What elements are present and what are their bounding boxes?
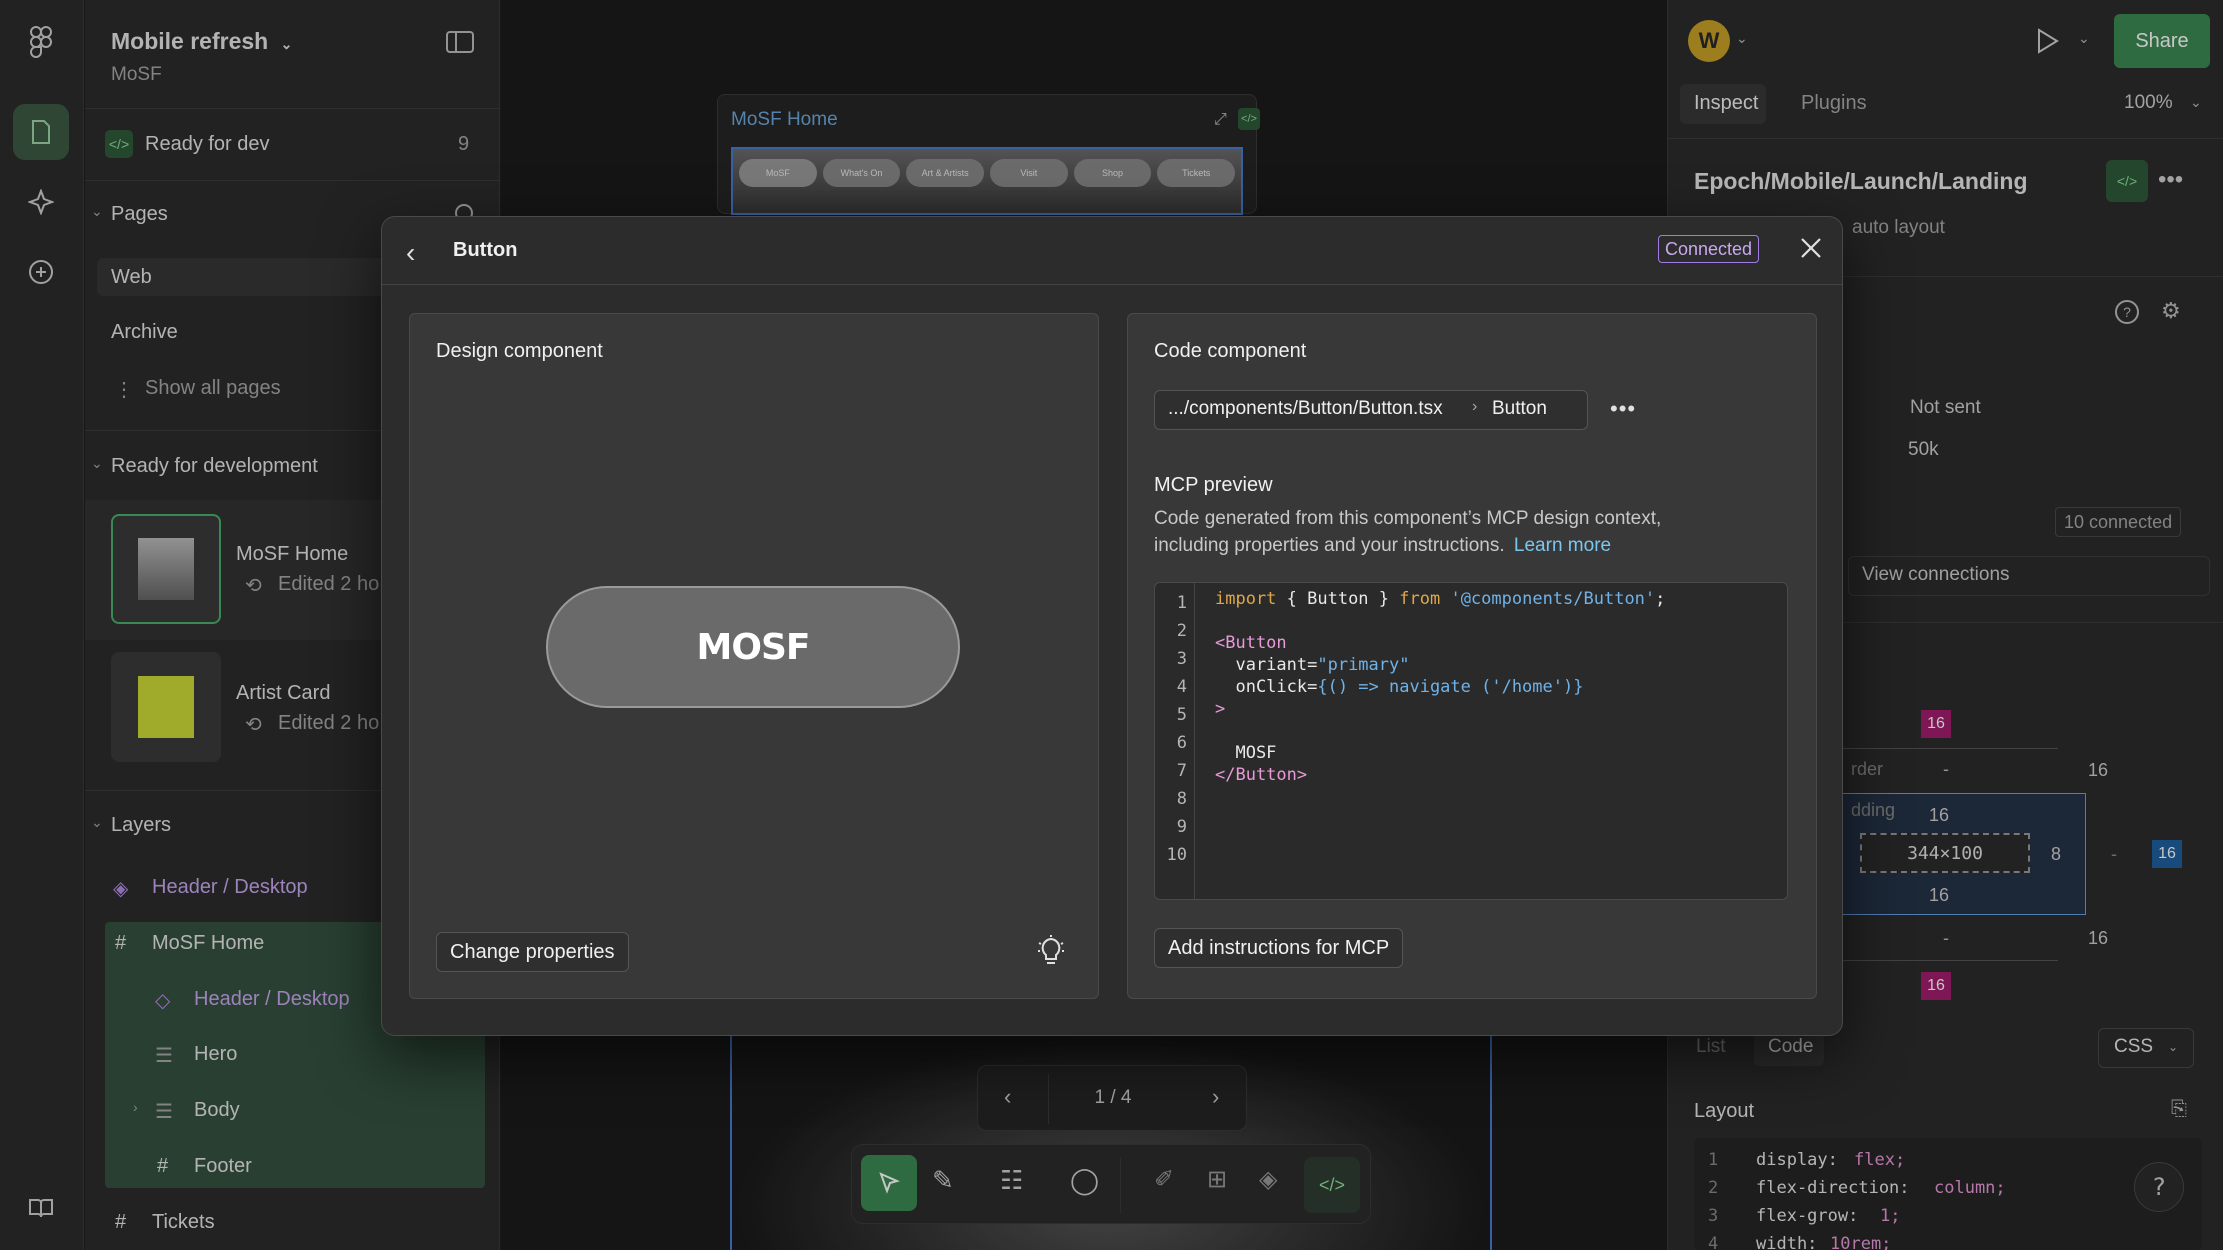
- mosf-logo: MOSF: [696, 626, 811, 668]
- code-line: >: [1215, 699, 1226, 719]
- code-line: onClick={() => navigate ('/home')}: [1215, 677, 1584, 697]
- connect-component-modal: ‹ Button Connected Design component MOSF…: [381, 216, 1843, 1036]
- line-number: 10: [1166, 845, 1187, 865]
- mcp-preview-title: MCP preview: [1154, 474, 1273, 496]
- design-component-title: Design component: [436, 340, 603, 362]
- code-line: </Button>: [1215, 765, 1308, 785]
- more-icon[interactable]: •••: [1610, 396, 1636, 422]
- line-number: 8: [1176, 789, 1187, 809]
- learn-more-link[interactable]: Learn more: [1514, 535, 1611, 556]
- code-line: variant="primary": [1215, 655, 1410, 675]
- line-number: 9: [1176, 817, 1187, 837]
- mcp-description-2: including properties and your instructio…: [1154, 535, 1611, 557]
- mcp-description-text: including properties and your instructio…: [1154, 535, 1505, 556]
- design-component-card: Design component MOSF Change properties: [409, 313, 1099, 999]
- line-number: 2: [1176, 621, 1187, 641]
- code-component-name: Button: [1492, 398, 1547, 419]
- code-component-title: Code component: [1154, 340, 1307, 362]
- code-component-card: Code component .../components/Button/But…: [1127, 313, 1817, 999]
- close-icon[interactable]: [1798, 235, 1824, 266]
- mcp-description: Code generated from this component’s MCP…: [1154, 508, 1662, 529]
- line-number: 6: [1176, 733, 1187, 753]
- modal-title: Button: [453, 239, 518, 261]
- code-file-path: .../components/Button/Button.tsx: [1168, 398, 1443, 419]
- mcp-code-preview[interactable]: 1 2 3 4 5 6 7 8 9 10 import { Button } f…: [1154, 582, 1788, 900]
- divider: [382, 284, 1842, 285]
- back-icon[interactable]: ‹: [406, 237, 415, 269]
- line-number: 4: [1176, 677, 1187, 697]
- code-line: MOSF: [1215, 743, 1277, 763]
- code-line: <Button: [1215, 633, 1287, 653]
- change-properties-button[interactable]: Change properties: [436, 932, 629, 972]
- line-number: 7: [1176, 761, 1187, 781]
- lightbulb-icon[interactable]: [1036, 934, 1066, 973]
- add-instructions-button[interactable]: Add instructions for MCP: [1154, 928, 1404, 968]
- line-number: 1: [1176, 593, 1187, 613]
- line-number: 5: [1176, 705, 1187, 725]
- connected-badge: Connected: [1658, 235, 1760, 263]
- chevron-right-icon: ›: [1472, 398, 1478, 415]
- line-number: 3: [1176, 649, 1187, 669]
- code-line: import { Button } from '@components/Butt…: [1215, 589, 1666, 609]
- mosf-button-preview[interactable]: MOSF: [546, 586, 960, 708]
